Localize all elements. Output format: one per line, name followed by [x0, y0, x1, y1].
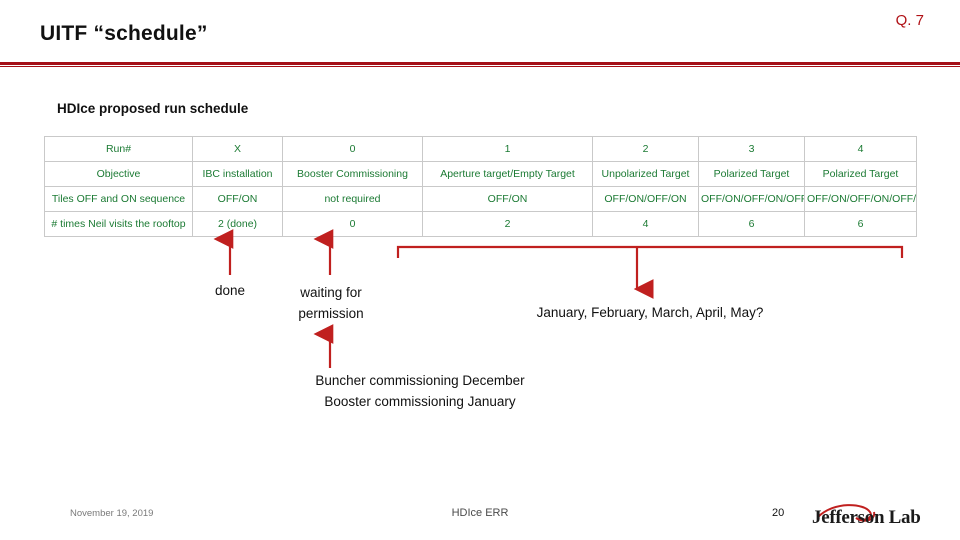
schedule-table-wrapper: Run# X 0 1 2 3 4 Objective IBC installat… [44, 136, 917, 237]
question-label: Q. 7 [895, 12, 924, 29]
annotation-waiting: waiting for permission [298, 285, 364, 321]
table-cell: 4 [592, 211, 699, 237]
header-divider-thin [0, 66, 960, 67]
table-cell: Polarized Target [804, 161, 917, 187]
table-cell: 6 [804, 211, 917, 237]
schedule-table: Run# X 0 1 2 3 4 Objective IBC installat… [44, 136, 917, 237]
table-cell: 0 [282, 136, 423, 162]
annotation-buncher: Buncher commissioning December Booster c… [315, 373, 525, 409]
annotation-arrows [213, 229, 904, 368]
table-cell: X [192, 136, 283, 162]
table-cell: Unpolarized Target [592, 161, 699, 187]
annotation-done: done [214, 283, 246, 298]
table-cell: not required [282, 186, 423, 212]
table-cell: OFF/ON [192, 186, 283, 212]
table-cell: 3 [698, 136, 805, 162]
jefferson-lab-logo: Jefferson Lab [812, 503, 932, 533]
table-row: Run# X 0 1 2 3 4 [44, 136, 917, 162]
page-title: UITF “schedule” [40, 22, 208, 45]
table-cell: OFF/ON/OFF/ON/OFF/ON [698, 186, 805, 212]
table-row: Tiles OFF and ON sequence OFF/ON not req… [44, 186, 917, 212]
header-divider-thick [0, 62, 960, 65]
table-row: Objective IBC installation Booster Commi… [44, 161, 917, 187]
annotation-months: January, February, March, April, May? [536, 305, 764, 320]
table-cell: 1 [422, 136, 593, 162]
slide: UITF “schedule” Q. 7 HDIce proposed run … [0, 0, 960, 540]
table-row: # times Neil visits the rooftop 2 (done)… [44, 211, 917, 237]
table-cell: 6 [698, 211, 805, 237]
table-cell: Aperture target/Empty Target [422, 161, 593, 187]
jlab-wordmark: Jefferson Lab [812, 507, 921, 528]
table-cell: Booster Commissioning [282, 161, 423, 187]
table-cell: OFF/ON/OFF/ON/OFF/ON [804, 186, 917, 212]
table-cell: 4 [804, 136, 917, 162]
table-cell: 0 [282, 211, 423, 237]
table-row-label: Objective [44, 161, 193, 187]
table-row-label: Tiles OFF and ON sequence [44, 186, 193, 212]
table-cell: OFF/ON/OFF/ON [592, 186, 699, 212]
table-cell: OFF/ON [422, 186, 593, 212]
table-row-label: # times Neil visits the rooftop [44, 211, 193, 237]
table-cell: IBC installation [192, 161, 283, 187]
table-cell: 2 (done) [192, 211, 283, 237]
section-subtitle: HDIce proposed run schedule [57, 101, 249, 116]
table-cell: 2 [592, 136, 699, 162]
footer-page-number: 20 [772, 507, 785, 519]
table-row-label: Run# [44, 136, 193, 162]
table-cell: 2 [422, 211, 593, 237]
table-cell: Polarized Target [698, 161, 805, 187]
